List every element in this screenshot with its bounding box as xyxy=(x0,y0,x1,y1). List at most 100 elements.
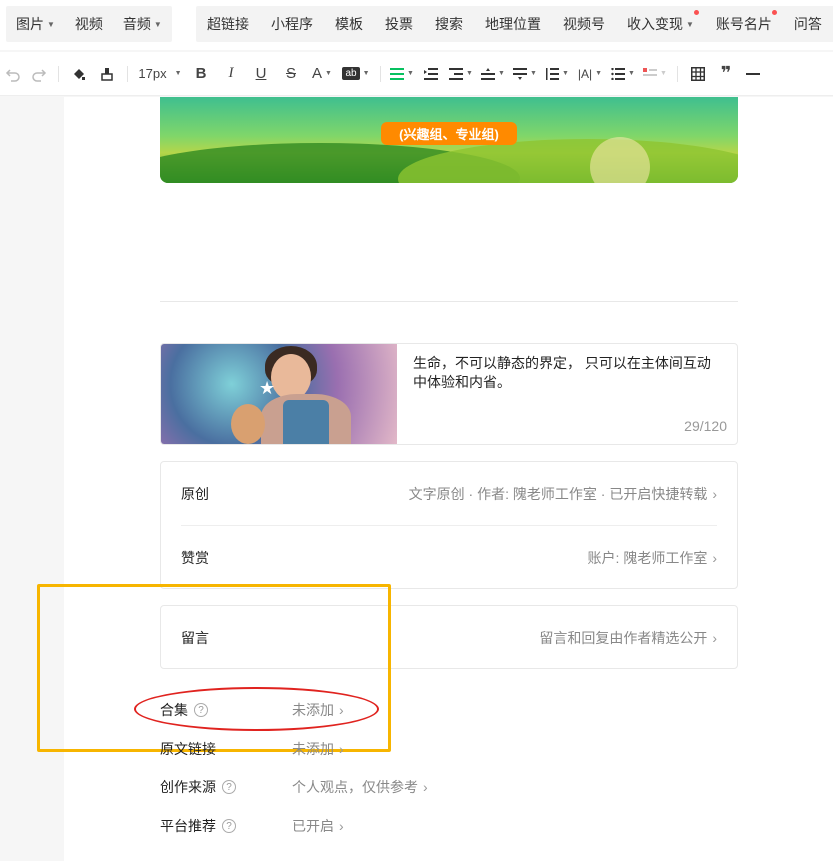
chevron-down-icon: ▼ xyxy=(530,70,537,77)
clear-format-icon[interactable] xyxy=(93,52,121,96)
bold-icon[interactable]: B xyxy=(186,52,216,96)
bullet-list-icon[interactable]: ▼ xyxy=(607,52,639,96)
redo-icon[interactable] xyxy=(26,52,52,96)
nav-hyperlink-label: 超链接 xyxy=(207,16,249,32)
nav-channels-label: 视频号 xyxy=(563,16,605,32)
first-line-indent-icon[interactable]: ▼ xyxy=(445,52,477,96)
cover-doll xyxy=(231,404,265,444)
letter-spacing-icon[interactable]: |A| ▼ xyxy=(573,52,607,96)
nav-hyperlink[interactable]: 超链接 xyxy=(196,6,260,42)
line-height-icon[interactable]: ▼ xyxy=(541,52,573,96)
format-toolbar: 17px ▼ B I U S A ▼ ab ▼ ▼ ▼ ▼ ▼ ▼ |A| ▼ ▼ ▼ … xyxy=(0,52,833,96)
nav-video-label: 视频 xyxy=(74,16,103,32)
nav-image-label: 图片 xyxy=(16,16,44,32)
creation-source-label: 创作来源 xyxy=(160,779,216,795)
numbered-list-icon[interactable]: ▼ xyxy=(639,52,671,96)
nav-account-card-label: 账号名片 xyxy=(715,16,772,32)
top-insert-nav: 图片 ▼ 视频 音频 ▼ 超链接 小程序 模板 投票 搜索 地理位置 视频号 收入变… xyxy=(0,0,833,50)
content-divider xyxy=(160,301,738,302)
star-icon: ★ xyxy=(259,378,276,398)
notification-dot xyxy=(771,10,777,15)
chevron-down-icon: ▼ xyxy=(595,70,603,77)
feature-insert-group: 超链接 小程序 模板 投票 搜索 地理位置 视频号 收入变现 ▼ 账号名片 问答 xyxy=(196,6,833,42)
font-color-icon[interactable]: A ▼ xyxy=(306,52,338,96)
reward-row[interactable]: 赞赏 账户: 隗老师工作室 › xyxy=(181,548,717,568)
banner-image[interactable]: (兴趣组、专业组) xyxy=(160,97,738,183)
chevron-down-icon: ▼ xyxy=(153,19,162,29)
toolbar-divider xyxy=(380,65,381,82)
creation-source-row[interactable]: 创作来源? 个人观点，仅供参考 › xyxy=(160,777,428,797)
nav-vote-label: 投票 xyxy=(385,16,413,32)
cover-summary-card: ★ 生命，不可以静态的界定， 只可以在主体间互动中体验和内省。 29/120 xyxy=(160,343,738,445)
help-icon[interactable]: ? xyxy=(222,780,236,794)
notification-dot xyxy=(693,10,699,15)
source-link-row[interactable]: 原文链接 未添加 › xyxy=(160,739,344,759)
table-icon[interactable] xyxy=(684,52,712,96)
summary-text[interactable]: 生命，不可以静态的界定， 只可以在主体间互动中体验和内省。 xyxy=(413,354,723,392)
strikethrough-icon[interactable]: S xyxy=(276,52,306,96)
nav-template[interactable]: 模板 xyxy=(324,6,374,42)
nav-image[interactable]: 图片 ▼ xyxy=(6,6,65,42)
media-insert-group: 图片 ▼ 视频 音频 ▼ xyxy=(6,6,172,42)
indent-icon[interactable] xyxy=(417,52,445,96)
platform-recommend-value: 已开启 xyxy=(292,818,334,834)
nav-audio[interactable]: 音频 ▼ xyxy=(113,6,172,42)
platform-recommend-label: 平台推荐 xyxy=(160,818,216,834)
cover-image[interactable]: ★ xyxy=(161,344,397,444)
reward-value: 账户: 隗老师工作室 xyxy=(587,550,708,566)
nav-monetize[interactable]: 收入变现 ▼ xyxy=(616,6,705,42)
chevron-down-icon: ▼ xyxy=(562,70,569,77)
chevron-down-icon: ▼ xyxy=(660,70,667,77)
original-value: 文字原创 · 作者: 隗老师工作室 · 已开启快捷转载 xyxy=(408,486,708,502)
format-painter-icon[interactable] xyxy=(65,52,93,96)
quote-icon[interactable]: ❞ xyxy=(712,52,740,96)
font-size-value: 17px xyxy=(138,66,167,81)
background-color-icon[interactable]: ab ▼ xyxy=(338,52,374,96)
platform-recommend-row[interactable]: 平台推荐? 已开启 › xyxy=(160,816,344,836)
paragraph-spacing-after-icon[interactable]: ▼ xyxy=(509,52,541,96)
annotation-ellipse xyxy=(134,687,379,731)
nav-account-card[interactable]: 账号名片 xyxy=(705,6,783,42)
underline-icon[interactable]: U xyxy=(246,52,276,96)
nav-search[interactable]: 搜索 xyxy=(424,6,474,42)
divider-icon[interactable] xyxy=(740,52,766,96)
chevron-down-icon: ▼ xyxy=(325,70,332,77)
nav-miniprogram-label: 小程序 xyxy=(271,16,313,32)
font-size-select[interactable]: 17px ▼ xyxy=(134,52,186,96)
paragraph-spacing-before-icon[interactable]: ▼ xyxy=(477,52,509,96)
nav-channels[interactable]: 视频号 xyxy=(552,6,616,42)
italic-icon[interactable]: I xyxy=(216,52,246,96)
chevron-right-icon: › xyxy=(339,818,344,834)
nav-vote[interactable]: 投票 xyxy=(374,6,424,42)
comment-value: 留言和回复由作者精选公开 xyxy=(539,630,708,646)
chevron-down-icon: ▼ xyxy=(498,70,505,77)
reward-label: 赞赏 xyxy=(181,550,209,566)
align-icon[interactable]: ▼ xyxy=(387,52,417,96)
chevron-down-icon: ▼ xyxy=(686,19,694,29)
nav-audio-label: 音频 xyxy=(122,16,151,32)
toolbar-divider xyxy=(58,65,59,82)
chevron-right-icon: › xyxy=(712,550,717,566)
chevron-down-icon: ▼ xyxy=(466,70,473,77)
nav-qa[interactable]: 问答 xyxy=(783,6,833,42)
chevron-right-icon: › xyxy=(423,779,428,795)
cover-figure-apron xyxy=(283,400,329,444)
nav-video[interactable]: 视频 xyxy=(65,6,113,42)
declaration-card: 原创 文字原创 · 作者: 隗老师工作室 · 已开启快捷转载 › 赞赏 账户: 隗… xyxy=(160,461,738,589)
chevron-down-icon: ▼ xyxy=(628,70,635,77)
source-link-label: 原文链接 xyxy=(160,741,216,757)
original-row[interactable]: 原创 文字原创 · 作者: 隗老师工作室 · 已开启快捷转载 › xyxy=(181,484,717,504)
nav-location[interactable]: 地理位置 xyxy=(474,6,552,42)
toolbar-divider xyxy=(677,65,678,82)
chevron-right-icon: › xyxy=(712,486,717,502)
creation-source-value: 个人观点，仅供参考 xyxy=(292,779,418,795)
undo-icon[interactable] xyxy=(0,52,26,96)
nav-search-label: 搜索 xyxy=(435,16,463,32)
nav-monetize-label: 收入变现 xyxy=(627,16,683,32)
nav-miniprogram[interactable]: 小程序 xyxy=(260,6,324,42)
chevron-right-icon: › xyxy=(339,741,344,757)
chevron-down-icon: ▼ xyxy=(47,19,55,29)
chevron-right-icon: › xyxy=(712,630,717,646)
help-icon[interactable]: ? xyxy=(222,819,236,833)
summary-char-count: 29/120 xyxy=(684,418,727,434)
